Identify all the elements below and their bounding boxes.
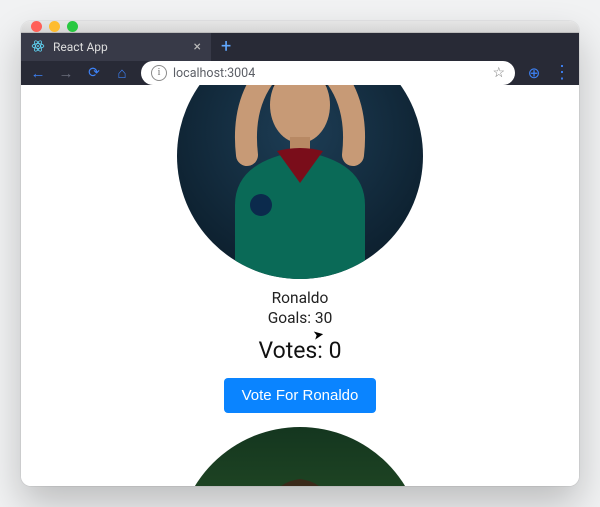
- player-name: Ronaldo: [272, 289, 329, 307]
- reload-button[interactable]: ⟳: [85, 65, 103, 81]
- tab-close-icon[interactable]: ×: [194, 39, 201, 55]
- extensions-icon[interactable]: ⊕: [525, 64, 543, 82]
- tab-strip: React App × +: [21, 33, 579, 61]
- page-content: Ronaldo Goals: 30 Votes: 0 Vote For Rona…: [21, 85, 579, 486]
- home-button[interactable]: ⌂: [113, 64, 131, 82]
- browser-toolbar: ← → ⟳ ⌂ i localhost:3004 ☆ ⊕ ⋮: [21, 61, 579, 85]
- avatar-image-icon: [177, 85, 423, 279]
- page-viewport: Ronaldo Goals: 30 Votes: 0 Vote For Rona…: [21, 85, 579, 486]
- tab-react-app[interactable]: React App ×: [21, 33, 211, 61]
- vote-button[interactable]: Vote For Ronaldo: [224, 378, 377, 413]
- url-text: localhost:3004: [173, 66, 255, 81]
- player-avatar-messi: [177, 427, 423, 486]
- macos-titlebar: [21, 21, 579, 33]
- avatar-image-icon: [177, 427, 423, 486]
- site-info-icon[interactable]: i: [151, 65, 167, 81]
- player-goals: Goals: 30: [268, 309, 333, 327]
- bookmark-star-icon[interactable]: ☆: [492, 65, 505, 81]
- new-tab-button[interactable]: +: [211, 33, 241, 61]
- react-favicon-icon: [31, 39, 45, 56]
- browser-window: React App × + ← → ⟳ ⌂ i localhost:3004 ☆…: [21, 21, 579, 486]
- forward-button[interactable]: →: [57, 64, 75, 82]
- window-minimize-dot[interactable]: [49, 21, 60, 32]
- browser-menu-icon[interactable]: ⋮: [553, 66, 571, 80]
- window-zoom-dot[interactable]: [67, 21, 78, 32]
- address-bar[interactable]: i localhost:3004 ☆: [141, 61, 515, 85]
- back-button[interactable]: ←: [29, 64, 47, 82]
- player-avatar-ronaldo: [177, 85, 423, 279]
- tab-title: React App: [53, 40, 108, 54]
- player-votes: Votes: 0: [258, 337, 341, 364]
- page-scroll[interactable]: Ronaldo Goals: 30 Votes: 0 Vote For Rona…: [21, 85, 579, 486]
- window-close-dot[interactable]: [31, 21, 42, 32]
